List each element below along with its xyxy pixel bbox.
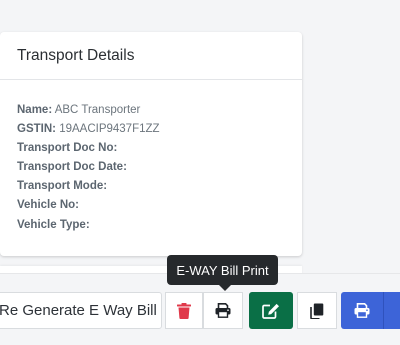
eway-bill-print-button[interactable]	[203, 292, 243, 329]
printer-icon	[354, 303, 370, 318]
card-title: Transport Details	[17, 46, 135, 64]
transport-details-card: Transport Details Name: ABC Transporter …	[0, 32, 302, 256]
field-vehicle-no: Vehicle No:	[17, 196, 285, 215]
field-gstin: GSTIN: 19AACIP9437F1ZZ	[17, 120, 285, 139]
printer-icon	[215, 303, 231, 318]
trash-icon	[177, 302, 191, 319]
copy-icon	[310, 303, 324, 319]
field-vehicle-type: Vehicle Type:	[17, 216, 285, 235]
field-transport-doc-date: Transport Doc Date:	[17, 158, 285, 177]
field-label: GSTIN:	[17, 123, 56, 136]
edit-icon	[262, 303, 279, 319]
field-value: ABC Transporter	[54, 104, 141, 116]
print-tooltip: E-WAY Bill Print	[167, 255, 278, 291]
delete-button[interactable]	[165, 292, 203, 329]
field-label: Vehicle Type:	[17, 218, 90, 231]
print-button[interactable]	[341, 292, 383, 329]
field-label: Vehicle No:	[17, 199, 79, 212]
field-transport-doc-no: Transport Doc No:	[17, 139, 285, 158]
print-dropdown-toggle[interactable]	[383, 292, 400, 329]
field-value: 19AACIP9437F1ZZ	[59, 123, 160, 136]
field-label: Transport Doc No:	[17, 142, 118, 155]
regenerate-eway-bill-button[interactable]: Re Generate E Way Bill	[0, 292, 162, 329]
card-body: Name: ABC Transporter GSTIN: 19AACIP9437…	[0, 80, 302, 235]
copy-button[interactable]	[297, 292, 337, 329]
card-header: Transport Details	[0, 32, 302, 80]
field-label: Transport Doc Date:	[17, 161, 127, 174]
field-label: Transport Mode:	[17, 180, 108, 193]
field-label: Name:	[17, 104, 53, 116]
edit-button[interactable]	[249, 292, 293, 329]
field-transport-mode: Transport Mode:	[17, 177, 285, 196]
field-name: Name: ABC Transporter	[17, 101, 285, 120]
